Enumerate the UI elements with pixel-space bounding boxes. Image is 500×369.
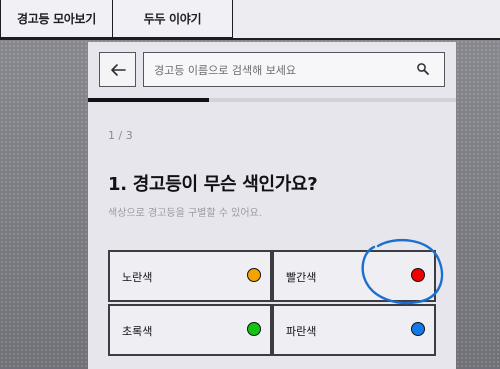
arrow-left-icon (110, 63, 126, 76)
option-yellow[interactable]: 노란색 (108, 250, 272, 302)
step-counter: 1 / 3 (108, 129, 133, 142)
tab-warning-lights[interactable]: 경고등 모아보기 (0, 0, 113, 38)
top-tab-bar: 경고등 모아보기 두두 이야기 (0, 0, 500, 40)
back-button[interactable] (99, 52, 136, 87)
answer-options: 노란색 빨간색 초록색 파란색 (108, 250, 438, 356)
quiz-panel: 1 / 3 1. 경고등이 무슨 색인가요? 색상으로 경고등을 구별할 수 있… (88, 42, 456, 369)
yellow-dot-icon (247, 268, 261, 282)
search-icon[interactable] (416, 62, 430, 76)
tab-dudu-story[interactable]: 두두 이야기 (112, 0, 233, 38)
search-row (99, 52, 445, 87)
option-red[interactable]: 빨간색 (272, 250, 436, 302)
question-title: 1. 경고등이 무슨 색인가요? (108, 174, 318, 195)
option-label: 빨간색 (286, 271, 317, 284)
search-input[interactable] (152, 53, 406, 87)
progress-track (88, 98, 456, 102)
option-green[interactable]: 초록색 (108, 304, 272, 356)
red-dot-icon (411, 268, 425, 282)
search-box (143, 52, 445, 87)
option-label: 노란색 (122, 271, 153, 284)
progress-fill (88, 98, 210, 102)
option-label: 파란색 (286, 325, 317, 338)
option-blue[interactable]: 파란색 (272, 304, 436, 356)
blue-dot-icon (411, 322, 425, 336)
option-label: 초록색 (122, 325, 153, 338)
green-dot-icon (247, 322, 261, 336)
question-hint: 색상으로 경고등을 구별할 수 있어요. (108, 208, 262, 219)
